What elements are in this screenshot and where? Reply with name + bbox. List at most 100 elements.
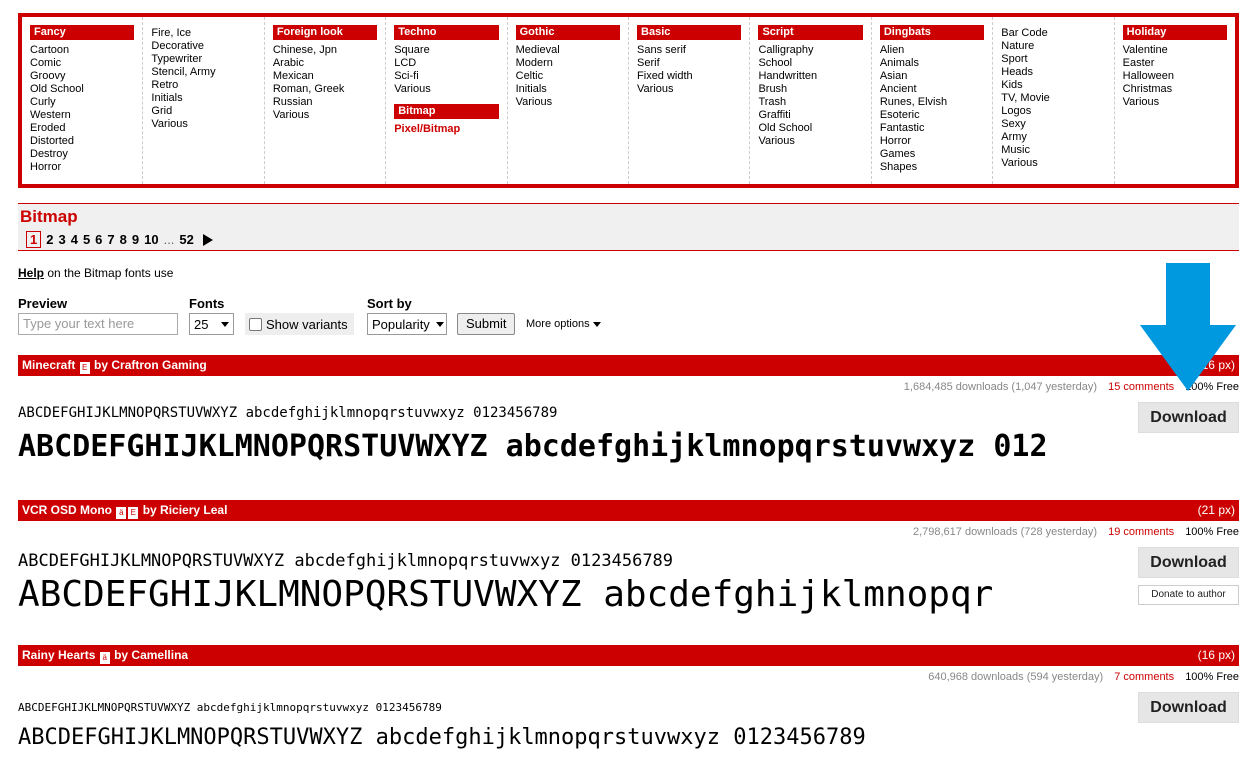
font-preview-small[interactable]: ABCDEFGHIJKLMNOPQRSTUVWXYZ abcdefghijklm…	[18, 701, 442, 714]
submit-button[interactable]: Submit	[457, 313, 516, 335]
subcategory-link[interactable]: LCD	[394, 57, 498, 70]
download-button[interactable]: Download	[1138, 692, 1239, 723]
subcategory-link[interactable]: Destroy	[30, 148, 134, 161]
subcategory-link[interactable]: Celtic	[516, 70, 620, 83]
download-button[interactable]: Download	[1138, 547, 1239, 578]
subcategory-link[interactable]: Horror	[880, 135, 984, 148]
subcategory-link[interactable]: Valentine	[1123, 44, 1227, 57]
page-link[interactable]: 3	[58, 232, 65, 247]
subcategory-link[interactable]: Typewriter	[151, 53, 255, 66]
subcategory-link[interactable]: Grid	[151, 105, 255, 118]
subcategory-link[interactable]: Ancient	[880, 83, 984, 96]
subcategory-link[interactable]: Alien	[880, 44, 984, 57]
page-link[interactable]: 9	[132, 232, 139, 247]
font-preview-large[interactable]: ABCDEFGHIJKLMNOPQRSTUVWXYZ abcdefghijklm…	[18, 429, 1123, 464]
subcategory-link[interactable]: Handwritten	[758, 70, 862, 83]
subcategory-link[interactable]: Esoteric	[880, 109, 984, 122]
subcategory-link[interactable]: Army	[1001, 131, 1105, 144]
page-link[interactable]: 10	[144, 232, 158, 247]
subcategory-link[interactable]: School	[758, 57, 862, 70]
subcategory-link[interactable]: TV, Movie	[1001, 92, 1105, 105]
subcategory-link[interactable]: Runes, Elvish	[880, 96, 984, 109]
subcategory-link[interactable]: Modern	[516, 57, 620, 70]
subcategory-link[interactable]: Square	[394, 44, 498, 57]
subcategory-link[interactable]: Various	[637, 83, 741, 96]
subcategory-link[interactable]: Initials	[516, 83, 620, 96]
subcategory-link[interactable]: Russian	[273, 96, 377, 109]
page-link[interactable]: 5	[83, 232, 90, 247]
subcategory-link[interactable]: Various	[151, 118, 255, 131]
subcategory-link[interactable]: Animals	[880, 57, 984, 70]
comments-link[interactable]: 7 comments	[1114, 671, 1174, 683]
subcategory-link[interactable]: Asian	[880, 70, 984, 83]
subcategory-link[interactable]: Christmas	[1123, 83, 1227, 96]
subcategory-link[interactable]: Music	[1001, 144, 1105, 157]
subcategory-link[interactable]: Kids	[1001, 79, 1105, 92]
subcategory-link[interactable]: Fire, Ice	[151, 27, 255, 40]
subcategory-link[interactable]: Cartoon	[30, 44, 134, 57]
category-dingbats[interactable]: Dingbats	[879, 25, 985, 40]
subcategory-link[interactable]: Decorative	[151, 40, 255, 53]
subcategory-link[interactable]: Fantastic	[880, 122, 984, 135]
subcategory-link[interactable]: Heads	[1001, 66, 1105, 79]
page-link-last[interactable]: 52	[179, 232, 193, 247]
subcategory-link[interactable]: Chinese, Jpn	[273, 44, 377, 57]
font-preview-small[interactable]: ABCDEFGHIJKLMNOPQRSTUVWXYZ abcdefghijklm…	[18, 405, 557, 421]
subcategory-link[interactable]: Comic	[30, 57, 134, 70]
page-link[interactable]: 6	[95, 232, 102, 247]
help-link[interactable]: Help	[18, 266, 44, 280]
subcategory-link[interactable]: Old School	[758, 122, 862, 135]
next-page-icon[interactable]	[202, 233, 213, 246]
category-bitmap[interactable]: Bitmap	[394, 104, 499, 119]
subcategory-link[interactable]: Halloween	[1123, 70, 1227, 83]
subcategory-link[interactable]: Sci-fi	[394, 70, 498, 83]
subcategory-link[interactable]: Horror	[30, 161, 134, 174]
subcategory-link[interactable]: Brush	[758, 83, 862, 96]
subcategory-link[interactable]: Arabic	[273, 57, 377, 70]
show-variants-checkbox[interactable]	[249, 317, 262, 331]
subcategory-link[interactable]: Shapes	[880, 161, 984, 174]
subcategory-link[interactable]: Sexy	[1001, 118, 1105, 131]
subcategory-link[interactable]: Fixed width	[637, 70, 741, 83]
category-foreign-look[interactable]: Foreign look	[272, 25, 378, 40]
subcategory-link[interactable]: Bar Code	[1001, 27, 1105, 40]
more-options-toggle[interactable]: More options	[526, 318, 601, 330]
page-link[interactable]: 4	[71, 232, 78, 247]
donate-button[interactable]: Donate to author	[1138, 585, 1239, 605]
subcategory-pixel-bitmap[interactable]: Pixel/Bitmap	[394, 123, 498, 136]
subcategory-link[interactable]: Sans serif	[637, 44, 741, 57]
font-name-link[interactable]: VCR OSD Mono	[22, 503, 112, 517]
subcategory-link[interactable]: Calligraphy	[758, 44, 862, 57]
font-preview-small[interactable]: ABCDEFGHIJKLMNOPQRSTUVWXYZ abcdefghijklm…	[18, 551, 673, 571]
subcategory-link[interactable]: Various	[516, 96, 620, 109]
page-link[interactable]: 7	[107, 232, 114, 247]
subcategory-link[interactable]: Various	[394, 83, 498, 96]
category-techno[interactable]: Techno	[394, 25, 499, 40]
subcategory-link[interactable]: Retro	[151, 79, 255, 92]
font-preview-large[interactable]: ABCDEFGHIJKLMNOPQRSTUVWXYZ abcdefghijklm…	[18, 725, 1123, 750]
subcategory-link[interactable]: Medieval	[516, 44, 620, 57]
subcategory-link[interactable]: Various	[1001, 157, 1105, 170]
page-link-current[interactable]: 1	[26, 231, 42, 248]
subcategory-link[interactable]: Nature	[1001, 40, 1105, 53]
category-fancy[interactable]: Fancy	[30, 25, 135, 40]
subcategory-link[interactable]: Western	[30, 109, 134, 122]
subcategory-link[interactable]: Roman, Greek	[273, 83, 377, 96]
category-script[interactable]: Script	[758, 25, 863, 40]
subcategory-link[interactable]: Trash	[758, 96, 862, 109]
fonts-count-select[interactable]: 25	[189, 313, 234, 335]
font-author-link[interactable]: by Riciery Leal	[143, 503, 228, 517]
subcategory-link[interactable]: Easter	[1123, 57, 1227, 70]
subcategory-link[interactable]: Stencil, Army	[151, 66, 255, 79]
download-button[interactable]: Download	[1138, 402, 1239, 433]
preview-text-input[interactable]: Type your text here	[18, 313, 178, 335]
subcategory-link[interactable]: Groovy	[30, 70, 134, 83]
subcategory-link[interactable]: Eroded	[30, 122, 134, 135]
font-author-link[interactable]: by Camellina	[114, 648, 188, 662]
category-holiday[interactable]: Holiday	[1122, 25, 1228, 40]
subcategory-link[interactable]: Graffiti	[758, 109, 862, 122]
subcategory-link[interactable]: Distorted	[30, 135, 134, 148]
page-link[interactable]: 2	[46, 232, 53, 247]
subcategory-link[interactable]: Various	[758, 135, 862, 148]
font-author-link[interactable]: by Craftron Gaming	[94, 358, 207, 372]
